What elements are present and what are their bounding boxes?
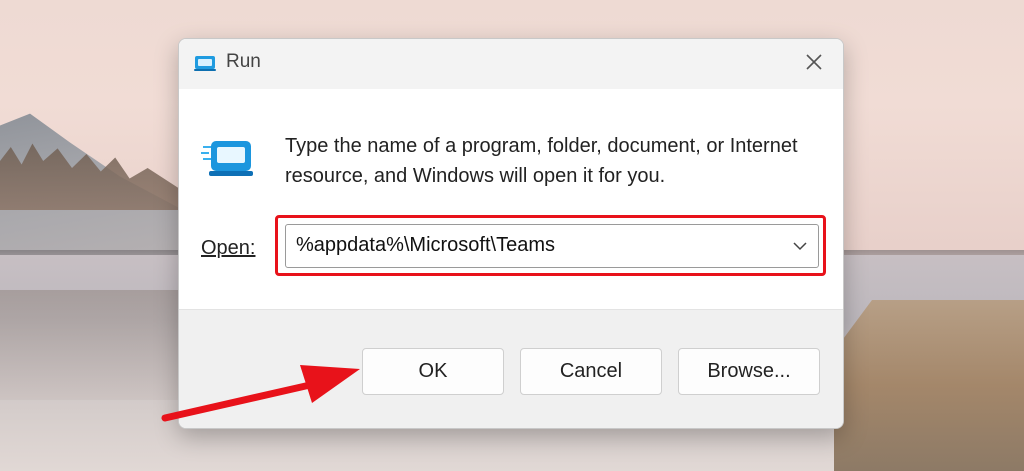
run-icon bbox=[194, 54, 218, 72]
open-input[interactable]: %appdata%\Microsoft\Teams bbox=[296, 234, 555, 257]
ok-button[interactable]: OK bbox=[362, 348, 504, 395]
open-label-text: Open: bbox=[201, 237, 256, 259]
wallpaper-reflection bbox=[0, 290, 180, 400]
browse-button[interactable]: Browse... bbox=[678, 348, 820, 395]
cancel-button[interactable]: Cancel bbox=[520, 348, 662, 395]
window-title: Run bbox=[226, 51, 261, 72]
open-combobox[interactable]: %appdata%\Microsoft\Teams bbox=[285, 224, 819, 268]
title-bar[interactable]: Run bbox=[179, 39, 843, 89]
open-label: Open: bbox=[201, 237, 255, 260]
wallpaper-grass bbox=[834, 300, 1024, 471]
close-button[interactable] bbox=[795, 47, 833, 81]
red-arrow bbox=[161, 365, 360, 422]
dialog-body: Type the name of a program, folder, docu… bbox=[179, 89, 843, 309]
chevron-down-icon[interactable] bbox=[790, 236, 810, 256]
close-icon bbox=[805, 53, 823, 75]
run-app-icon bbox=[201, 137, 255, 179]
dialog-description: Type the name of a program, folder, docu… bbox=[285, 135, 798, 187]
